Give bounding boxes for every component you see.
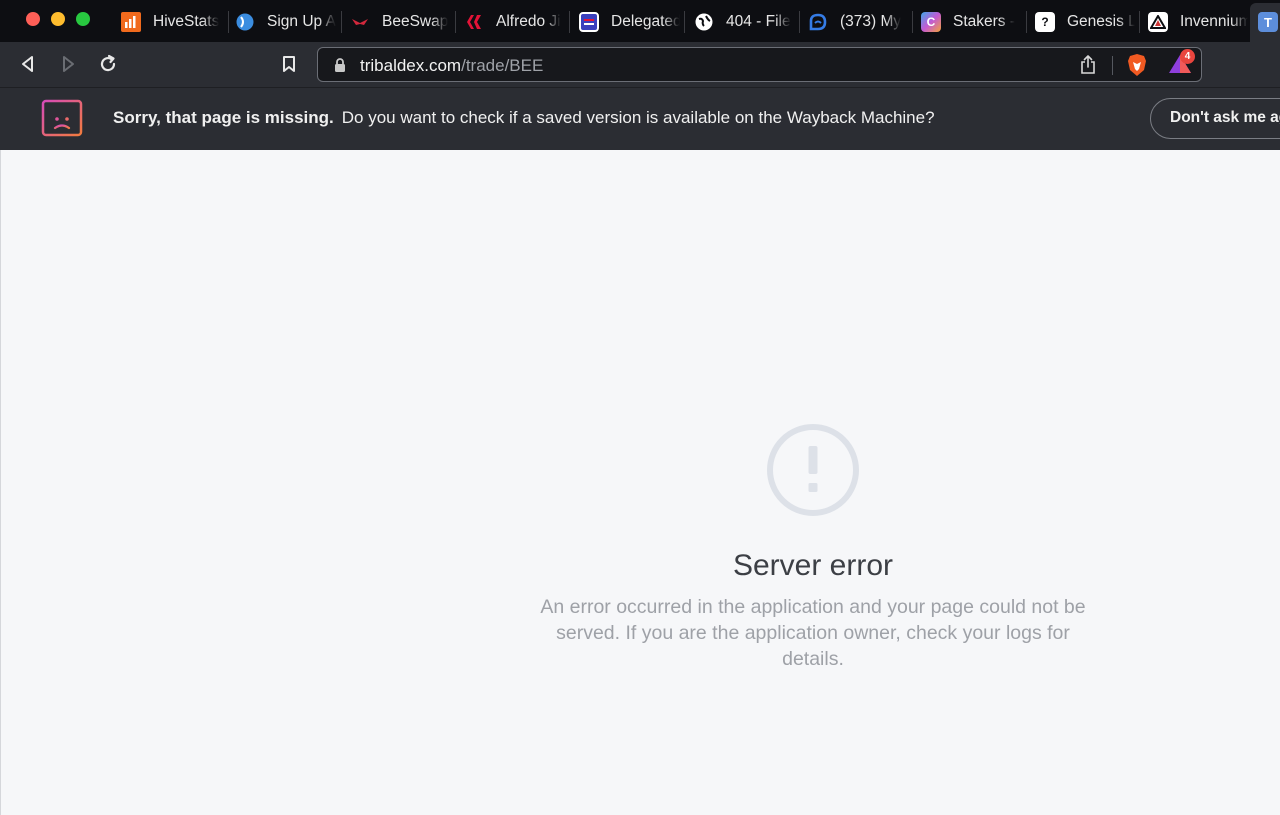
sad-page-icon	[41, 99, 83, 142]
ecency-icon	[808, 12, 828, 32]
beeswap-icon	[350, 12, 370, 32]
forward-button[interactable]	[56, 52, 80, 76]
reload-icon	[100, 54, 116, 72]
reload-button[interactable]	[96, 52, 120, 76]
tab-separator	[228, 11, 229, 33]
delegated-icon	[579, 12, 599, 32]
tab-separator	[1139, 11, 1140, 33]
brave-shields-icon[interactable]	[1126, 53, 1148, 82]
tab-sign-up[interactable]: Sign Up A	[235, 5, 336, 39]
hivestats-icon	[121, 12, 141, 32]
tab-separator	[684, 11, 685, 33]
error-title: Server error	[732, 549, 894, 582]
tab-separator	[912, 11, 913, 33]
url-text[interactable]: tribaldex.com/trade/BEE	[360, 56, 543, 76]
fullscreen-window-button[interactable]	[76, 12, 90, 26]
url-host: tribaldex.com	[360, 56, 462, 75]
tab-373-my[interactable]: (373) My	[808, 5, 908, 39]
dont-ask-again-button[interactable]: Don't ask me again	[1150, 98, 1280, 139]
tab-hivestats[interactable]: HiveStats	[121, 5, 224, 39]
forward-arrow-icon	[63, 56, 74, 72]
close-window-button[interactable]	[26, 12, 40, 26]
error-exclamation-icon	[765, 422, 861, 523]
globe-icon	[694, 12, 714, 32]
wayback-infobar: Sorry, that page is missing. Do you want …	[0, 87, 1280, 150]
tab-invennium[interactable]: Invennium	[1148, 5, 1248, 39]
hive-icon	[464, 12, 484, 32]
lock-icon	[334, 58, 346, 77]
tab-separator	[455, 11, 456, 33]
page-content: Server error An error occurred in the ap…	[0, 150, 1280, 815]
back-button[interactable]	[16, 52, 40, 76]
rewards-badge: 4	[1180, 49, 1195, 64]
globe-blue-icon	[235, 12, 255, 32]
stakers-icon: C	[921, 12, 941, 32]
genesis-icon: ?	[1035, 12, 1055, 32]
infobar-bold: Sorry, that page is missing.	[113, 108, 334, 127]
tab-separator	[1026, 11, 1027, 33]
tab-404[interactable]: 404 - File	[694, 5, 795, 39]
bookmark-icon	[283, 56, 295, 72]
tab-separator	[799, 11, 800, 33]
tab-separator	[569, 11, 570, 33]
back-arrow-icon	[22, 56, 33, 72]
browser-toolbar: tribaldex.com/trade/BEE 4	[0, 42, 1280, 87]
tab-tribaldex-active[interactable]: T	[1250, 3, 1280, 42]
address-bar[interactable]: tribaldex.com/trade/BEE 4	[317, 47, 1202, 82]
tab-genesis[interactable]: ? Genesis L	[1035, 5, 1135, 39]
tab-delegated[interactable]: Delegated	[579, 5, 680, 39]
infobar-message: Sorry, that page is missing. Do you want …	[113, 108, 935, 128]
infobar-text: Do you want to check if a saved version …	[341, 108, 935, 127]
url-path: /trade/BEE	[461, 56, 544, 75]
tribaldex-icon: T	[1258, 12, 1278, 32]
tab-stakers[interactable]: C Stakers -	[921, 5, 1021, 39]
tab-strip: HiveStats Sign Up A BeeSwap Alfredo Ji D…	[0, 0, 1280, 42]
tab-alfredo[interactable]: Alfredo Ji	[464, 5, 564, 39]
minimize-window-button[interactable]	[51, 12, 65, 26]
error-message: An error occurred in the application and…	[540, 596, 1086, 670]
tab-separator	[341, 11, 342, 33]
tab-beeswap[interactable]: BeeSwap	[350, 5, 450, 39]
invennium-icon	[1148, 12, 1168, 32]
bookmark-button[interactable]	[277, 52, 301, 76]
url-divider	[1112, 56, 1113, 75]
share-icon[interactable]	[1080, 55, 1096, 80]
